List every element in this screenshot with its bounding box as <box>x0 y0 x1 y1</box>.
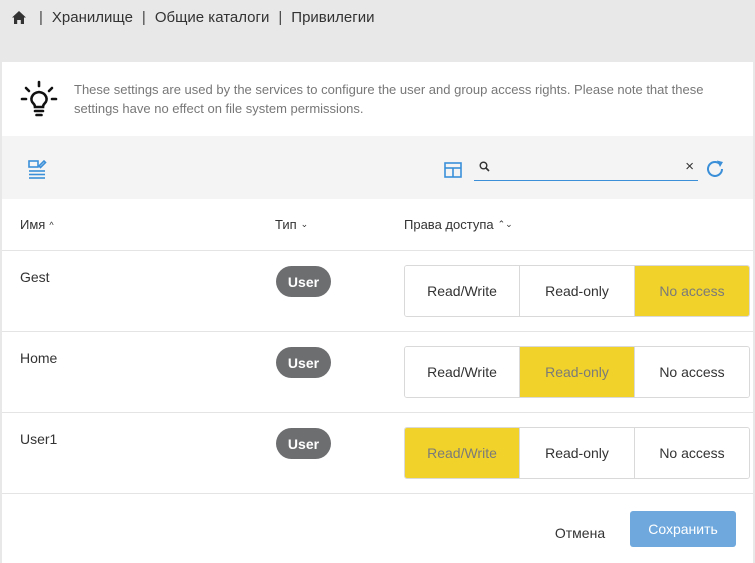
access-selector: Read/Write Read-only No access <box>404 265 750 317</box>
chevron-down-icon: ⌄ <box>300 219 309 229</box>
column-name-label: Имя <box>20 217 46 232</box>
column-header-access[interactable]: Права доступа ⌃⌄ <box>404 217 513 232</box>
table-row: Gest User Read/Write Read-only No access <box>2 251 753 332</box>
column-header-type[interactable]: Тип ⌄ <box>275 217 308 232</box>
table-row: User1 User Read/Write Read-only No acces… <box>2 413 753 494</box>
breadcrumb-storage[interactable]: Хранилище <box>52 9 133 26</box>
column-access-label: Права доступа <box>404 217 494 232</box>
option-read-write[interactable]: Read/Write <box>405 428 520 478</box>
search-input[interactable] <box>496 157 674 179</box>
info-banner: These settings are used by the services … <box>2 62 753 136</box>
row-name: User1 <box>20 431 58 447</box>
breadcrumb-shared-folders[interactable]: Общие каталоги <box>155 9 270 26</box>
refresh-icon[interactable] <box>704 158 726 180</box>
sort-asc-icon: ^ <box>49 219 54 230</box>
table-body: Gest User Read/Write Read-only No access… <box>2 251 753 494</box>
option-read-only[interactable]: Read-only <box>520 428 635 478</box>
table-view-icon[interactable] <box>444 162 462 178</box>
toolbar: × <box>2 136 753 199</box>
type-badge: User <box>276 428 331 459</box>
info-text: These settings are used by the services … <box>74 82 704 116</box>
column-type-label: Тип <box>275 217 297 232</box>
option-no-access[interactable]: No access <box>635 428 749 478</box>
save-button[interactable]: Сохранить <box>630 511 736 547</box>
home-icon[interactable] <box>8 6 30 28</box>
table-row: Home User Read/Write Read-only No access <box>2 332 753 413</box>
option-read-write[interactable]: Read/Write <box>405 347 520 397</box>
breadcrumb-separator: | <box>278 8 283 26</box>
breadcrumb-privileges: Привилегии <box>291 8 375 26</box>
search-field: × <box>474 155 698 181</box>
option-read-only[interactable]: Read-only <box>520 347 635 397</box>
option-no-access[interactable]: No access <box>635 266 749 316</box>
option-read-only[interactable]: Read-only <box>520 266 635 316</box>
search-icon <box>479 161 490 172</box>
dialog-footer: Отмена Сохранить <box>2 503 753 563</box>
row-name: Gest <box>20 269 50 285</box>
type-badge: User <box>276 266 331 297</box>
lightbulb-icon <box>20 80 58 117</box>
edit-list-icon[interactable] <box>26 158 48 180</box>
clear-search-icon[interactable]: × <box>685 159 694 175</box>
sort-toggle-icon: ⌃⌄ <box>497 219 513 229</box>
privileges-panel: These settings are used by the services … <box>2 62 753 563</box>
type-badge: User <box>276 347 331 378</box>
option-read-write[interactable]: Read/Write <box>405 266 520 316</box>
access-selector: Read/Write Read-only No access <box>404 427 750 479</box>
table-header: Имя ^ Тип ⌄ Права доступа ⌃⌄ <box>2 199 753 251</box>
cancel-button[interactable]: Отмена <box>550 520 610 546</box>
breadcrumb-separator: | <box>39 8 43 26</box>
access-selector: Read/Write Read-only No access <box>404 346 750 398</box>
breadcrumb: | Хранилище | Общие каталоги | Привилеги… <box>0 0 755 34</box>
row-name: Home <box>20 350 58 366</box>
column-header-name[interactable]: Имя ^ <box>20 217 54 232</box>
breadcrumb-separator: | <box>141 8 146 26</box>
option-no-access[interactable]: No access <box>635 347 749 397</box>
